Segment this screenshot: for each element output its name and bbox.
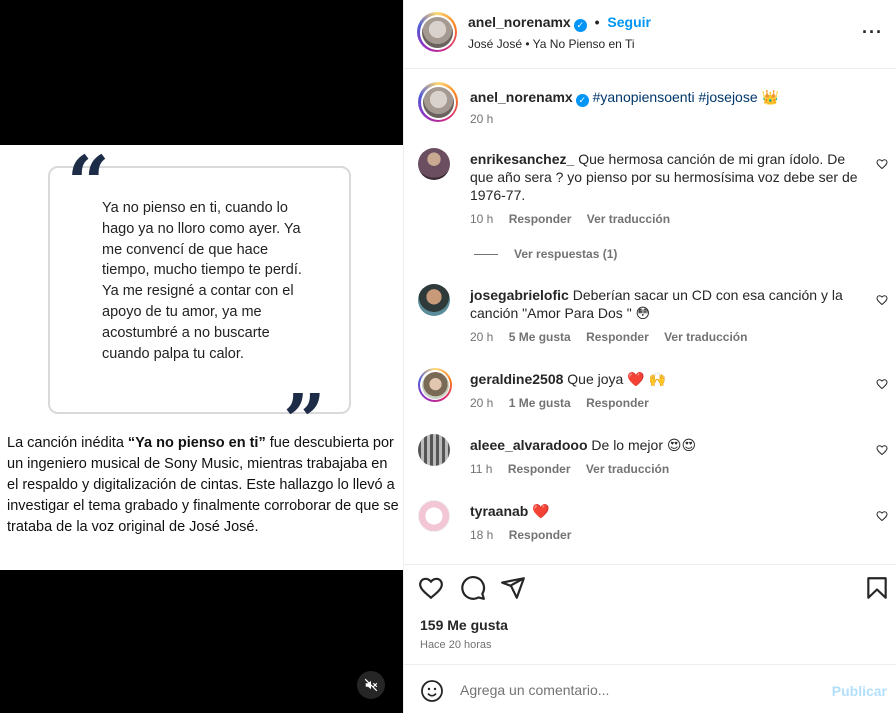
reply-button[interactable]: Responder (586, 396, 649, 410)
comment-likes[interactable]: 1 Me gusta (509, 396, 571, 410)
media-caption-prefix: La canción inédita (7, 435, 128, 451)
more-options-icon[interactable]: ··· (862, 22, 883, 43)
like-comment-icon[interactable] (876, 158, 888, 170)
comment-username[interactable]: tyraanab (470, 503, 528, 519)
comment-username[interactable]: josegabrielofic (470, 287, 569, 303)
post-media[interactable]: “ Ya no pienso en ti, cuando lo hago ya … (0, 0, 403, 713)
translate-button[interactable]: Ver traducción (664, 330, 747, 344)
comment-time[interactable]: 20 h (470, 112, 493, 126)
separator-dot: • (594, 14, 600, 30)
speaker-muted-icon (364, 678, 378, 692)
author-avatar[interactable] (417, 12, 457, 52)
comment-text: Que joya ❤️ 🙌 (567, 371, 666, 387)
media-caption: La canción inédita “Ya no pienso en ti” … (7, 433, 399, 538)
comment-item: josegabrielofic Deberían sacar un CD con… (418, 284, 888, 346)
comment-username[interactable]: aleee_alvaradooo (470, 437, 588, 453)
comment-composer: Publicar (404, 664, 896, 713)
commenter-avatar[interactable] (418, 148, 450, 180)
mute-button[interactable] (357, 671, 385, 699)
comment-item: geraldine2508 Que joya ❤️ 🙌 20 h 1 Me gu… (418, 368, 888, 412)
like-comment-icon[interactable] (876, 510, 888, 522)
author-avatar[interactable] (418, 82, 458, 122)
caption-hashtags[interactable]: #yanopiensoenti #josejose 👑 (593, 89, 779, 105)
author-username[interactable]: anel_norenamx (468, 14, 571, 30)
comment-icon[interactable] (460, 575, 486, 601)
share-icon[interactable] (500, 575, 526, 601)
comment-username[interactable]: geraldine2508 (470, 371, 563, 387)
follow-button[interactable]: Seguir (607, 14, 651, 30)
post-sidebar: anel_norenamx ✓ • Seguir José José • Ya N… (403, 0, 896, 713)
comment-time[interactable]: 20 h (470, 396, 493, 410)
view-replies-button[interactable]: Ver respuestas (1) (474, 247, 617, 261)
post-time[interactable]: Hace 20 horas (420, 639, 492, 651)
media-slide: “ Ya no pienso en ti, cuando lo hago ya … (0, 145, 403, 570)
verified-icon: ✓ (575, 94, 589, 107)
comment-item: aleee_alvaradooo De lo mejor 😍😍 11 h Res… (418, 434, 888, 478)
quote-text: Ya no pienso en ti, cuando lo hago ya no… (102, 200, 302, 362)
like-comment-icon[interactable] (876, 444, 888, 456)
comment-time[interactable]: 10 h (470, 212, 493, 226)
commenter-avatar[interactable] (418, 368, 452, 402)
translate-button[interactable]: Ver traducción (587, 212, 670, 226)
post-actions: 159 Me gusta Hace 20 horas (404, 564, 896, 664)
open-quote-mark: “ (67, 141, 110, 227)
commenter-avatar[interactable] (418, 434, 450, 466)
like-icon[interactable] (418, 575, 444, 601)
media-caption-bold: “Ya no pienso en ti” (127, 435, 266, 451)
comment-item: tyraanab ❤️ 18 h Responder (418, 500, 888, 544)
comment-username[interactable]: enrikesanchez_ (470, 151, 574, 167)
likes-count[interactable]: 159 Me gusta (420, 617, 508, 633)
bookmark-icon[interactable] (864, 575, 890, 601)
comment-time[interactable]: 18 h (470, 528, 493, 542)
reply-button[interactable]: Responder (509, 528, 572, 542)
comment-text: ❤️ (532, 503, 550, 519)
caption-comment: anel_norenamx ✓ #yanopiensoenti #josejose… (418, 82, 888, 132)
reply-button[interactable]: Responder (508, 462, 571, 476)
instagram-post-modal: “ Ya no pienso en ti, cuando lo hago ya … (0, 0, 896, 713)
reply-button[interactable]: Responder (586, 330, 649, 344)
comment-text: De lo mejor 😍😍 (591, 437, 697, 453)
post-header: anel_norenamx ✓ • Seguir José José • Ya N… (404, 0, 896, 69)
comments-list: anel_norenamx ✓ #yanopiensoenti #josejose… (404, 70, 896, 564)
view-replies-label: Ver respuestas (1) (514, 247, 618, 261)
publish-button[interactable]: Publicar (832, 683, 887, 699)
comment-time[interactable]: 11 h (470, 462, 492, 476)
translate-button[interactable]: Ver traducción (586, 462, 669, 476)
emoji-icon[interactable] (420, 679, 444, 703)
like-comment-icon[interactable] (876, 378, 888, 390)
audio-link[interactable]: José José • Ya No Pienso en Ti (468, 37, 635, 51)
comment-item: enrikesanchez_ Que hermosa canción de mi… (418, 148, 888, 238)
comment-input[interactable] (460, 679, 820, 701)
like-comment-icon[interactable] (876, 294, 888, 306)
commenter-avatar[interactable] (418, 500, 450, 532)
comment-likes[interactable]: 5 Me gusta (509, 330, 571, 344)
verified-icon: ✓ (573, 19, 587, 32)
header-user-line: anel_norenamx ✓ • Seguir (468, 14, 651, 32)
comment-username[interactable]: anel_norenamx (470, 89, 573, 105)
commenter-avatar[interactable] (418, 284, 450, 316)
comment-time[interactable]: 20 h (470, 330, 493, 344)
reply-button[interactable]: Responder (509, 212, 572, 226)
